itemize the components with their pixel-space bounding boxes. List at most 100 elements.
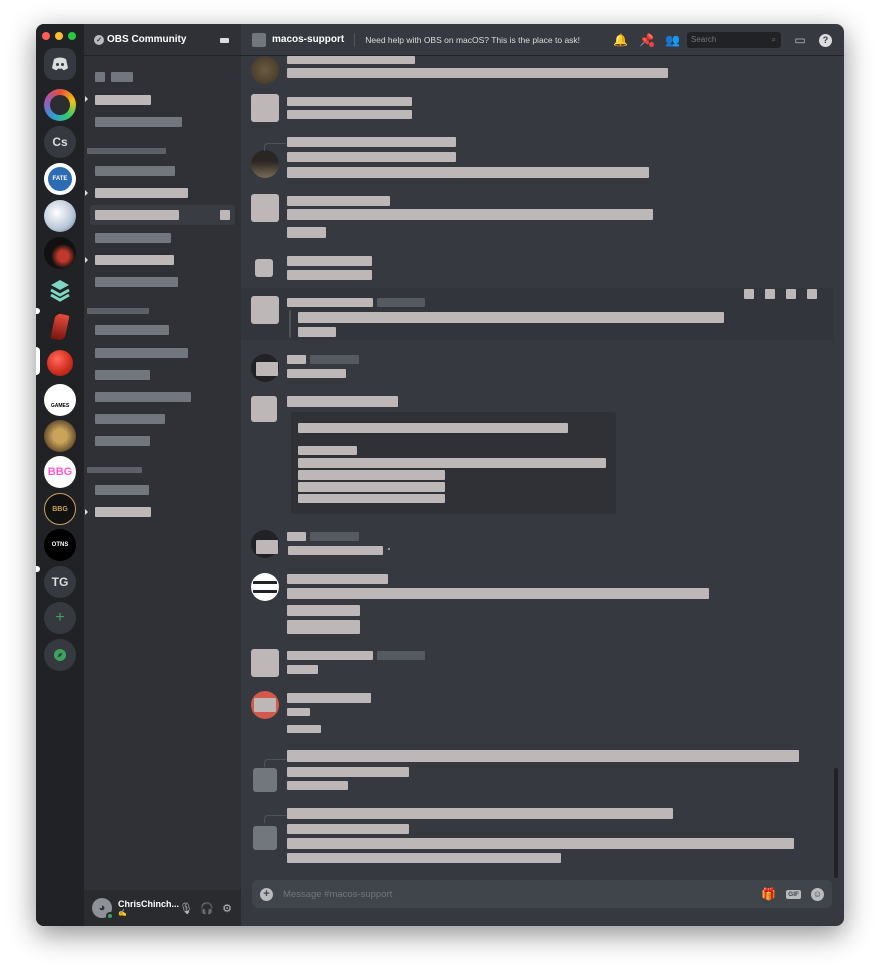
server-icon[interactable] bbox=[44, 200, 76, 232]
server-logo: GAMES bbox=[50, 403, 70, 409]
channel-item[interactable] bbox=[95, 210, 179, 220]
unread-marker bbox=[85, 96, 88, 102]
channel-item[interactable] bbox=[95, 370, 150, 380]
message-text bbox=[287, 725, 321, 733]
gift-icon[interactable]: 🎁 bbox=[761, 887, 776, 901]
message-text bbox=[287, 196, 390, 206]
channel-topic[interactable]: Need help with OBS on macOS? This is the… bbox=[365, 35, 580, 45]
channel-item[interactable] bbox=[95, 233, 171, 243]
message-text bbox=[287, 355, 306, 364]
pinned-messages-icon[interactable]: 📌 bbox=[639, 33, 654, 47]
more-icon[interactable] bbox=[807, 289, 817, 299]
channel-item[interactable] bbox=[95, 277, 178, 287]
unread-marker bbox=[85, 509, 88, 515]
channel-item[interactable] bbox=[95, 255, 174, 265]
server-name: OBS Community bbox=[107, 34, 187, 45]
server-icon[interactable]: GAMES bbox=[44, 384, 76, 416]
settings-gear-icon[interactable]: ⚙ bbox=[221, 902, 233, 915]
add-server-button[interactable]: + bbox=[44, 602, 76, 634]
channel-item[interactable] bbox=[95, 392, 191, 402]
channel-settings-icon[interactable] bbox=[220, 210, 230, 220]
dropdown-icon[interactable] bbox=[220, 38, 229, 43]
channel-item[interactable] bbox=[95, 72, 105, 82]
channel-item[interactable] bbox=[95, 507, 151, 517]
notification-bell-icon[interactable]: 🔔 bbox=[613, 33, 628, 47]
channel-item[interactable] bbox=[95, 188, 188, 198]
server-icon[interactable]: TG bbox=[44, 566, 76, 598]
help-icon[interactable]: ? bbox=[819, 33, 832, 47]
server-icon[interactable] bbox=[44, 347, 76, 379]
server-icon[interactable]: OTNS bbox=[44, 529, 76, 561]
message-text bbox=[287, 808, 673, 819]
server-header[interactable]: ✓ OBS Community bbox=[84, 24, 241, 56]
message-text bbox=[287, 574, 388, 584]
message-text bbox=[298, 458, 606, 468]
message-text bbox=[287, 396, 398, 407]
headphones-icon[interactable]: 🎧 bbox=[200, 902, 214, 915]
server-icon[interactable] bbox=[44, 89, 76, 121]
channel-item[interactable] bbox=[95, 325, 169, 335]
channel-item[interactable] bbox=[95, 95, 151, 105]
emoji-icon[interactable]: ☺ bbox=[811, 887, 824, 901]
channel-item[interactable] bbox=[95, 348, 188, 358]
thread-icon[interactable] bbox=[786, 289, 796, 299]
explore-servers-button[interactable] bbox=[44, 639, 76, 671]
avatar-mask bbox=[253, 581, 277, 593]
gif-button[interactable]: GIF bbox=[786, 889, 801, 899]
channel-item[interactable] bbox=[95, 414, 165, 424]
message-text bbox=[298, 327, 336, 337]
channel-item[interactable] bbox=[95, 117, 182, 127]
message-text bbox=[287, 298, 373, 307]
channel-item[interactable] bbox=[111, 72, 133, 82]
reply-icon[interactable] bbox=[765, 289, 775, 299]
microphone-icon[interactable]: 🎙 bbox=[179, 902, 193, 915]
compass-icon bbox=[54, 649, 66, 661]
discord-icon bbox=[52, 57, 68, 71]
server-icon[interactable] bbox=[44, 420, 76, 452]
search-icon: ⌕ bbox=[771, 35, 776, 44]
zoom-window-button[interactable] bbox=[68, 32, 76, 40]
user-avatar bbox=[251, 150, 279, 178]
timestamp bbox=[377, 651, 425, 660]
user-avatar bbox=[255, 259, 273, 277]
server-icon[interactable]: BBG bbox=[44, 493, 76, 525]
message-input[interactable] bbox=[283, 888, 762, 900]
minimize-window-button[interactable] bbox=[55, 32, 63, 40]
avatar[interactable]: ◕ bbox=[92, 898, 114, 920]
channel-item[interactable] bbox=[95, 485, 149, 495]
search-input[interactable]: Search ⌕ bbox=[687, 32, 781, 48]
server-icon[interactable]: Cs bbox=[44, 126, 76, 158]
message-text bbox=[287, 270, 372, 280]
message-text bbox=[287, 68, 668, 78]
server-icon[interactable] bbox=[44, 237, 76, 269]
message-text bbox=[288, 546, 383, 555]
home-button[interactable] bbox=[44, 48, 76, 80]
attach-plus-icon[interactable]: + bbox=[260, 887, 273, 901]
unread-indicator bbox=[36, 308, 40, 314]
channel-item[interactable] bbox=[95, 436, 150, 446]
category-label[interactable] bbox=[87, 148, 166, 154]
category-label[interactable] bbox=[87, 467, 142, 473]
message-text bbox=[287, 110, 412, 119]
server-icon[interactable] bbox=[44, 311, 76, 343]
reaction-icon[interactable] bbox=[744, 289, 754, 299]
message-text bbox=[298, 423, 568, 433]
unread-indicator bbox=[36, 566, 40, 572]
inbox-icon[interactable]: ▭ bbox=[793, 33, 807, 47]
online-status-icon bbox=[106, 912, 114, 920]
close-window-button[interactable] bbox=[42, 32, 50, 40]
channel-item[interactable] bbox=[95, 166, 175, 176]
message-text bbox=[287, 256, 372, 266]
server-icon[interactable]: FATE bbox=[44, 163, 76, 195]
chat-scrollbar[interactable] bbox=[834, 768, 838, 878]
header-divider bbox=[354, 32, 356, 47]
server-icon[interactable]: BBG bbox=[44, 456, 76, 488]
channel-header: macos-support Need help with OBS on macO… bbox=[241, 24, 844, 56]
message-text bbox=[287, 838, 794, 849]
server-icon[interactable] bbox=[44, 274, 76, 306]
member-list-icon[interactable]: 👥 bbox=[665, 33, 680, 47]
message-text bbox=[298, 312, 724, 323]
category-label[interactable] bbox=[87, 308, 149, 314]
user-avatar bbox=[251, 396, 277, 422]
channel-sidebar: ✓ OBS Community bbox=[84, 24, 241, 926]
